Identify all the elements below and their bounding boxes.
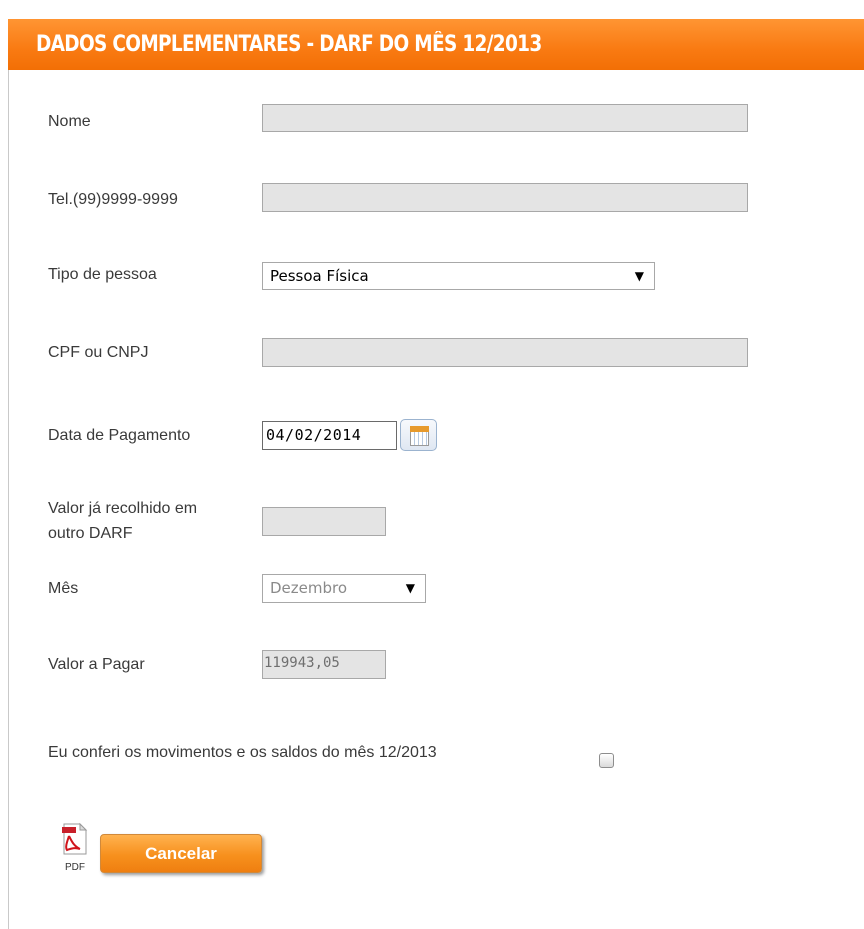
mes-select[interactable]: Dezembro ▼ — [262, 574, 426, 603]
cpf-cnpj-label: CPF ou CNPJ — [48, 344, 149, 361]
valor-pagar-label: Valor a Pagar — [48, 656, 145, 673]
calendar-icon — [410, 426, 429, 446]
cancel-button[interactable]: Cancelar — [100, 834, 262, 873]
cpf-cnpj-input[interactable] — [262, 338, 748, 367]
tipo-pessoa-select[interactable]: Pessoa Física ▼ — [262, 262, 655, 290]
data-pagamento-label: Data de Pagamento — [48, 427, 191, 444]
data-pagamento-input[interactable]: 04/02/2014 — [262, 421, 397, 450]
chevron-down-icon: ▼ — [634, 269, 644, 283]
confirm-label: Eu conferi os movimentos e os saldos do … — [48, 744, 437, 761]
confirm-checkbox[interactable] — [599, 753, 614, 768]
mes-label: Mês — [48, 580, 79, 597]
valor-pagar-input: 119943,05 — [262, 650, 386, 679]
valor-recolhido-label-line1: Valor já recolhido em — [48, 500, 198, 517]
valor-recolhido-label-line2: outro DARF — [48, 525, 133, 542]
chevron-down-icon: ▼ — [405, 581, 415, 595]
nome-input[interactable] — [262, 104, 748, 132]
telefone-input[interactable] — [262, 183, 748, 212]
telefone-label: Tel.(99)9999-9999 — [48, 191, 178, 208]
nome-label: Nome — [48, 113, 91, 130]
calendar-button[interactable] — [400, 419, 437, 451]
valor-recolhido-input[interactable] — [262, 507, 386, 536]
panel-header: DADOS COMPLEMENTARES - DARF DO MÊS 12/20… — [8, 19, 864, 70]
tipo-pessoa-selected: Pessoa Física — [270, 267, 369, 285]
panel-left-border — [8, 70, 9, 929]
pdf-icon[interactable]: PDF — [58, 822, 94, 874]
page-title: DADOS COMPLEMENTARES - DARF DO MÊS 12/20… — [36, 32, 542, 57]
mes-selected: Dezembro — [270, 579, 348, 597]
pdf-label: PDF — [65, 862, 85, 873]
tipo-pessoa-label: Tipo de pessoa — [48, 266, 157, 283]
